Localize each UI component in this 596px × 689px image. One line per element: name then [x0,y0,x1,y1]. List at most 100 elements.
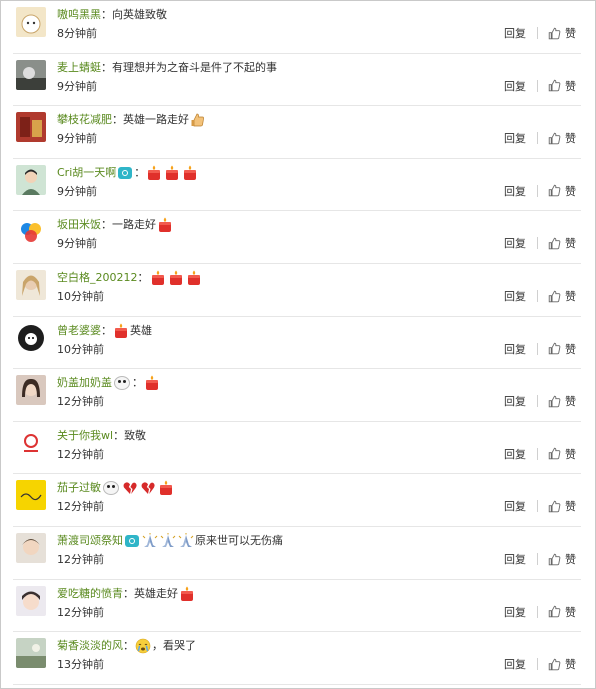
like-label: 赞 [565,290,576,303]
panda-icon [114,376,130,391]
comment-actions: 回复 赞 [504,235,576,251]
candle-emoji [148,165,161,180]
comment-row: 萧渡司颂祭知 原来世可以无伤痛 12分钟前 回复 赞 [1,527,595,580]
like-button[interactable]: 赞 [548,183,576,199]
avatar[interactable] [16,164,46,195]
separator: ： [137,271,149,284]
username-link[interactable]: 空白格_200212 [57,271,138,284]
username-link[interactable]: 菊香淡淡的风 [57,639,123,652]
avatar[interactable] [16,270,46,300]
like-label: 赞 [565,447,576,461]
thumbs-up-icon [548,27,561,39]
like-button[interactable]: 赞 [548,78,576,94]
like-button[interactable]: 赞 [548,551,576,567]
username-link[interactable]: 曾老婆婆 [57,324,101,337]
comment-actions: 回复 赞 [504,393,576,409]
reply-button[interactable]: 回复 [504,78,526,94]
username-link[interactable]: 关于你我wl [57,429,113,442]
reply-button[interactable]: 回复 [504,446,526,462]
reply-button[interactable]: 回复 [504,393,526,409]
username-link[interactable]: 坂田米饭 [57,218,101,231]
action-divider [537,553,538,565]
reply-button[interactable]: 回复 [504,604,526,620]
comment-content: 关于你我wl：致敬 [57,427,146,443]
comment-text: 一路走好 [112,218,156,232]
panda-icon [103,481,119,496]
avatar[interactable] [16,217,46,248]
action-divider [537,605,538,618]
reply-button[interactable]: 回复 [504,656,526,672]
username-link[interactable]: 攀枝花减肥 [57,113,112,126]
avatar[interactable] [16,638,46,669]
separator: ： [132,376,143,390]
like-label: 赞 [565,132,576,146]
comment-row: 空白格_200212： 10分钟前 回复 赞 [1,264,595,317]
like-label: 赞 [565,79,576,93]
comment-text: 有理想并为之奋斗是件了不起的事 [112,60,277,74]
timestamp: 12分钟前 [57,447,104,461]
comment-row: 坂田米饭：一路走好 9分钟前 回复 赞 [1,211,595,264]
avatar[interactable] [16,322,46,353]
like-button[interactable]: 赞 [548,341,576,357]
reply-button[interactable]: 回复 [504,130,526,146]
username-link[interactable]: 爱吃糖的愤青 [57,587,123,600]
username-link[interactable]: 茄子过敏 [57,481,101,494]
comment-row: 菊香淡淡的风： ，看哭了 13分钟前 回复 赞 [1,632,595,685]
reply-button[interactable]: 回复 [504,235,526,251]
avatar[interactable] [16,427,46,458]
username-link[interactable]: 萧渡司颂祭知 [57,534,123,547]
avatar[interactable] [16,585,46,616]
avatar[interactable] [16,112,46,143]
camera-badge-icon [118,166,133,179]
avatar[interactable] [16,480,46,511]
separator: ： [101,8,112,21]
timestamp: 9分钟前 [57,237,97,251]
separator: ： [112,113,123,127]
reply-button[interactable]: 回复 [504,551,526,567]
comment-text: 英雄走好 [134,586,178,600]
thumbs-up-icon [548,290,561,302]
crying-face-emoji [135,638,151,654]
timestamp: 12分钟前 [57,395,104,409]
like-button[interactable]: 赞 [548,393,576,409]
like-button[interactable]: 赞 [548,604,576,620]
like-label: 赞 [565,184,576,198]
thumbs-up-icon [548,553,561,565]
avatar[interactable] [16,533,46,563]
action-divider [537,395,538,408]
reply-button[interactable]: 回复 [504,25,526,41]
like-button[interactable]: 赞 [548,446,576,462]
like-button[interactable]: 赞 [548,130,576,146]
thumbs-up-icon [548,448,561,460]
like-button[interactable]: 赞 [548,656,576,672]
comment-row: 关于你我wl：致敬 12分钟前 回复 赞 [1,422,595,475]
reply-button[interactable]: 回复 [504,341,526,357]
comment-content: 曾老婆婆： 英雄 [57,322,152,339]
reply-button[interactable]: 回复 [504,498,526,514]
like-button[interactable]: 赞 [548,235,576,251]
action-divider [537,27,538,39]
username-link[interactable]: 麦上蜻蜓 [57,61,101,74]
candle-emoji [181,586,193,601]
avatar[interactable] [16,59,46,90]
comment-actions: 回复 赞 [504,551,576,567]
like-label: 赞 [565,342,576,356]
comment-text: 英雄 [130,323,152,337]
avatar[interactable] [16,7,46,37]
reply-button[interactable]: 回复 [504,183,526,199]
like-button[interactable]: 赞 [548,25,576,41]
thumbs-up-icon [548,132,561,144]
avatar[interactable] [16,375,46,406]
comment-text: 原来世可以无伤痛 [195,534,283,547]
username-link[interactable]: 奶盖加奶盖 [57,376,112,389]
username-link[interactable]: Cri胡一天啊 [57,166,116,179]
username-link[interactable]: 嗷呜黑黑 [57,8,101,21]
thumbs-up-icon [548,500,561,513]
comment-row: 爱吃糖的愤青：英雄走好 12分钟前 回复 赞 [1,580,595,633]
action-divider [537,79,538,92]
like-button[interactable]: 赞 [548,288,576,304]
comment-content: 嗷呜黑黑：向英雄致敬 [57,6,167,22]
like-button[interactable]: 赞 [548,498,576,514]
reply-button[interactable]: 回复 [504,288,526,304]
timestamp: 12分钟前 [57,605,104,619]
